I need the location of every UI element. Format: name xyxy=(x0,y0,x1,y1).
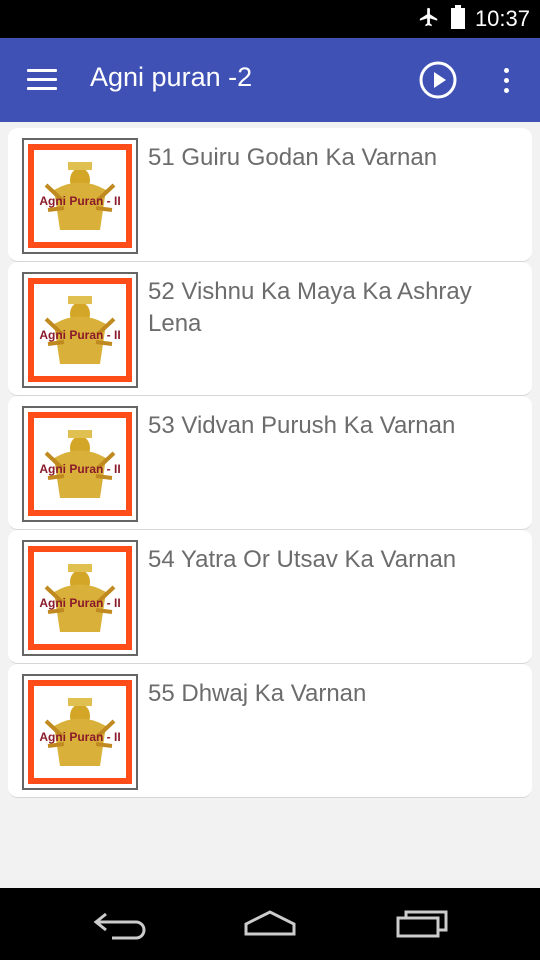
more-vert-icon[interactable] xyxy=(496,66,516,96)
chapter-list: Agni Puran - II 51 Guiru Godan Ka Varnan… xyxy=(8,128,532,798)
airplane-mode-icon xyxy=(417,6,441,32)
status-bar: 10:37 xyxy=(0,0,540,38)
thumbnail-label: Agni Puran - II xyxy=(39,194,121,209)
list-item[interactable]: Agni Puran - II 53 Vidvan Purush Ka Varn… xyxy=(8,396,532,530)
list-item-title: 55 Dhwaj Ka Varnan xyxy=(148,680,367,707)
list-item[interactable]: Agni Puran - II 52 Vishnu Ka Maya Ka Ash… xyxy=(8,262,532,396)
battery-icon xyxy=(450,5,465,33)
thumbnail-image: Agni Puran - II xyxy=(22,272,138,388)
thumbnail-image: Agni Puran - II xyxy=(22,674,138,790)
play-icon[interactable] xyxy=(418,60,458,100)
thumbnail-image: Agni Puran - II xyxy=(22,406,138,522)
home-icon[interactable] xyxy=(242,906,298,946)
clock: 10:37 xyxy=(474,6,530,31)
thumbnail-image: Agni Puran - II xyxy=(22,138,138,254)
list-item-title: 53 Vidvan Purush Ka Varnan xyxy=(148,412,456,439)
thumbnail-label: Agni Puran - II xyxy=(39,596,121,611)
list-item[interactable]: Agni Puran - II 55 Dhwaj Ka Varnan xyxy=(8,664,532,798)
list-item-title: 52 Vishnu Ka Maya Ka Ashray Lena xyxy=(148,278,472,337)
menu-icon[interactable] xyxy=(27,69,57,91)
thumbnail-label: Agni Puran - II xyxy=(39,328,121,343)
list-item-title: 54 Yatra Or Utsav Ka Varnan xyxy=(148,546,457,573)
system-nav-bar xyxy=(0,888,540,960)
thumbnail-label: Agni Puran - II xyxy=(39,462,121,477)
list-item[interactable]: Agni Puran - II 54 Yatra Or Utsav Ka Var… xyxy=(8,530,532,664)
recents-icon[interactable] xyxy=(394,906,450,946)
thumbnail-image: Agni Puran - II xyxy=(22,540,138,656)
thumbnail-label: Agni Puran - II xyxy=(39,730,121,745)
list-item-title: 51 Guiru Godan Ka Varnan xyxy=(148,144,438,171)
app-bar: Agni puran -2 xyxy=(0,38,540,122)
page-title: Agni puran -2 xyxy=(90,62,253,92)
list-item[interactable]: Agni Puran - II 51 Guiru Godan Ka Varnan xyxy=(8,128,532,262)
back-icon[interactable] xyxy=(92,906,148,946)
